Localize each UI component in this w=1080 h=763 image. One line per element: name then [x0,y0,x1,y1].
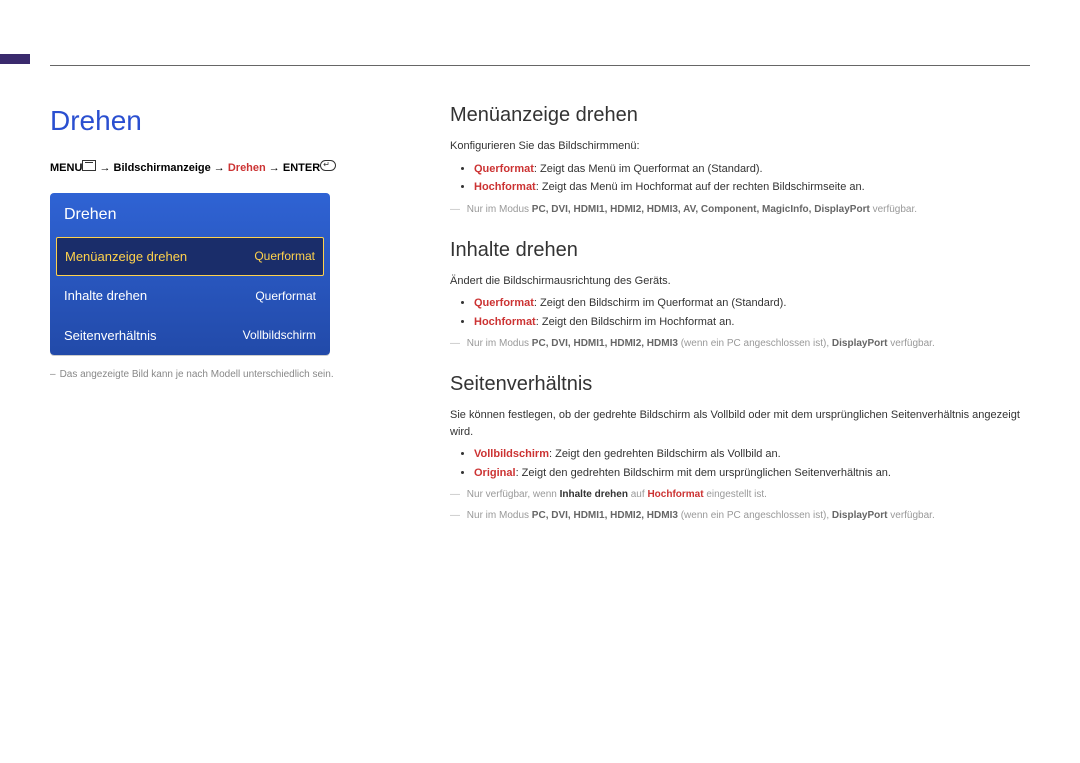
menu-icon [82,160,96,171]
note-mid: (wenn ein PC angeschlossen ist), [678,338,832,349]
note-post: verfügbar. [887,338,934,349]
bullet-term: Querformat [474,163,534,175]
osd-menu-item: Seitenverhältnis Vollbildschirm [50,316,330,356]
breadcrumb-enter: ENTER [283,162,320,174]
bullet-text: : Zeigt das Menü im Querformat an (Stand… [534,163,763,175]
osd-menu-preview: Drehen Menüanzeige drehen Querformat Inh… [50,193,330,356]
note-post: verfügbar. [887,510,934,521]
bullet-term: Hochformat [474,181,536,193]
document-page: Drehen MENU → Bildschirmanzeige → Drehen… [0,0,1080,763]
note-modes: PC, DVI, HDMI1, HDMI2, HDMI3 [532,510,678,521]
breadcrumb: MENU → Bildschirmanzeige → Drehen → ENTE… [50,160,390,177]
note-modes: PC, DVI, HDMI1, HDMI2, HDMI3 [532,338,678,349]
left-column: Drehen MENU → Bildschirmanzeige → Drehen… [50,100,390,529]
note-pre: Nur im Modus [467,338,532,349]
bullet-text: : Zeigt das Menü im Hochformat auf der r… [536,181,865,193]
two-column-layout: Drehen MENU → Bildschirmanzeige → Drehen… [50,40,1030,529]
bullet-item: Querformat: Zeigt den Bildschirm im Quer… [474,295,1030,312]
page-accent-mark [0,54,30,64]
osd-menu-item: Inhalte drehen Querformat [50,276,330,316]
bullet-term: Original [474,467,516,479]
enter-icon [320,160,336,171]
breadcrumb-path1: Bildschirmanzeige [114,162,211,174]
bullet-item: Vollbildschirm: Zeigt den gedrehten Bild… [474,446,1030,463]
note-pre: Nur im Modus [467,510,532,521]
bullet-term: Vollbildschirm [474,448,549,460]
availability-note: Nur im Modus PC, DVI, HDMI1, HDMI2, HDMI… [450,508,1030,523]
bullet-term: Querformat [474,297,534,309]
note-displayport: DisplayPort [832,338,888,349]
section-intro: Ändert die Bildschirmausrichtung des Ger… [450,273,1030,290]
bullet-term: Hochformat [474,316,536,328]
section-heading-seitenverhaeltnis: Seitenverhältnis [450,369,1030,399]
osd-menu-item-value: Querformat [254,247,315,265]
note-bold: Inhalte drehen [560,489,628,500]
bullet-text: : Zeigt den Bildschirm im Hochformat an. [536,316,735,328]
osd-menu-item-value: Vollbildschirm [243,326,316,344]
availability-note: Nur im Modus PC, DVI, HDMI1, HDMI2, HDMI… [450,336,1030,351]
osd-menu-item-label: Seitenverhältnis [64,326,157,346]
availability-note: Nur im Modus PC, DVI, HDMI1, HDMI2, HDMI… [450,202,1030,217]
section-heading-inhalte: Inhalte drehen [450,235,1030,265]
breadcrumb-menu: MENU [50,162,82,174]
note-pre: Nur verfügbar, wenn [467,489,560,500]
note-modes: PC, DVI, HDMI1, HDMI2, HDMI3, AV, Compon… [532,204,870,215]
condition-note: Nur verfügbar, wenn Inhalte drehen auf H… [450,487,1030,502]
right-column: Menüanzeige drehen Konfigurieren Sie das… [450,100,1030,529]
note-post: verfügbar. [870,204,917,215]
page-title: Drehen [50,100,390,142]
section-intro: Konfigurieren Sie das Bildschirmmenü: [450,138,1030,155]
note-post: eingestellt ist. [704,489,767,500]
section-intro: Sie können festlegen, ob der gedrehte Bi… [450,407,1030,440]
bullet-list: Querformat: Zeigt das Menü im Querformat… [450,161,1030,196]
bullet-text: : Zeigt den gedrehten Bildschirm als Vol… [549,448,781,460]
osd-menu-item-selected: Menüanzeige drehen Querformat [56,237,324,277]
note-hochformat: Hochformat [647,489,703,500]
breadcrumb-path2: Drehen [228,162,266,174]
bullet-list: Querformat: Zeigt den Bildschirm im Quer… [450,295,1030,330]
bullet-item: Hochformat: Zeigt das Menü im Hochformat… [474,179,1030,196]
bullet-text: : Zeigt den Bildschirm im Querformat an … [534,297,786,309]
osd-menu-item-label: Menüanzeige drehen [65,247,187,267]
note-mid: (wenn ein PC angeschlossen ist), [678,510,832,521]
osd-menu-title: Drehen [50,193,330,237]
bullet-item: Hochformat: Zeigt den Bildschirm im Hoch… [474,314,1030,331]
page-divider [50,65,1030,66]
bullet-item: Querformat: Zeigt das Menü im Querformat… [474,161,1030,178]
osd-menu-item-label: Inhalte drehen [64,286,147,306]
bullet-text: : Zeigt den gedrehten Bildschirm mit dem… [516,467,891,479]
bullet-item: Original: Zeigt den gedrehten Bildschirm… [474,465,1030,482]
note-mid: auf [628,489,647,500]
osd-menu-item-value: Querformat [255,287,316,305]
note-pre: Nur im Modus [467,204,532,215]
bullet-list: Vollbildschirm: Zeigt den gedrehten Bild… [450,446,1030,481]
note-displayport: DisplayPort [832,510,888,521]
image-footnote: Das angezeigte Bild kann je nach Modell … [50,367,390,382]
section-heading-menuanzeige: Menüanzeige drehen [450,100,1030,130]
